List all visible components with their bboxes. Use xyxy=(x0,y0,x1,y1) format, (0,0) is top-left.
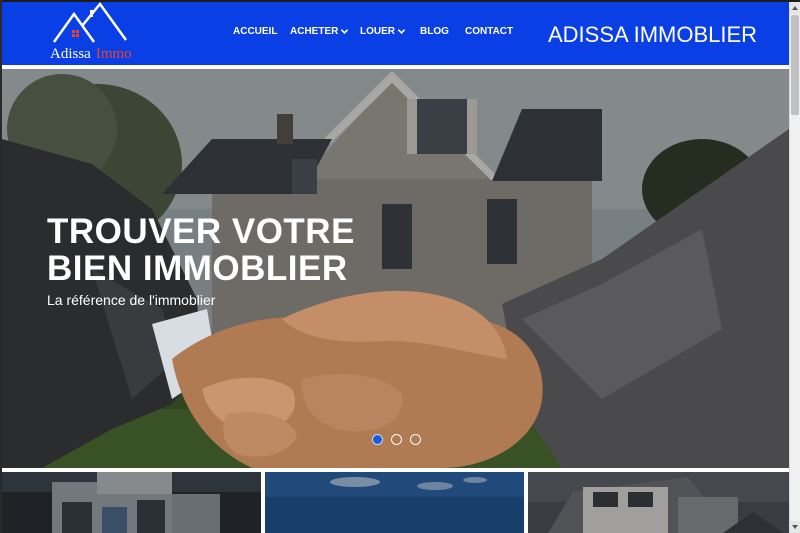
nav-blog[interactable]: BLOG xyxy=(420,26,449,37)
hero-title: TROUVER VOTRE BIEN IMMOBLIER xyxy=(47,213,355,287)
chevron-down-icon xyxy=(397,29,406,34)
nav-blog-label: BLOG xyxy=(420,26,449,37)
logo-text: Adissa Immo xyxy=(50,46,132,63)
nav-louer[interactable]: LOUER xyxy=(360,26,406,37)
chevron-down-icon xyxy=(341,29,349,34)
carousel-indicators xyxy=(372,434,421,445)
modern-building-image xyxy=(2,472,261,533)
nav-louer-label: LOUER xyxy=(360,26,395,37)
logo-word-adissa: Adissa xyxy=(50,46,91,62)
house-roof-logo-icon xyxy=(52,2,128,43)
nav-accueil-label: ACCUEIL xyxy=(233,26,278,37)
nav-contact-label: CONTACT xyxy=(465,26,514,37)
arrow-up-icon xyxy=(792,6,798,10)
house-image xyxy=(528,472,789,533)
property-card-1[interactable] xyxy=(2,472,261,533)
carousel-dot-3[interactable] xyxy=(410,434,421,445)
scroll-thumb[interactable] xyxy=(791,15,799,115)
carousel-dot-2[interactable] xyxy=(391,434,402,445)
scroll-up-button[interactable] xyxy=(790,2,800,14)
logo-word-immo: Immo xyxy=(95,46,132,62)
property-card-2[interactable] xyxy=(265,472,524,533)
hero-title-line1: TROUVER VOTRE xyxy=(47,212,355,251)
arrow-down-icon xyxy=(792,525,798,529)
nav-acheter[interactable]: ACHETER xyxy=(290,26,349,37)
nav-accueil[interactable]: ACCUEIL xyxy=(233,26,277,37)
property-card-3[interactable] xyxy=(528,472,789,533)
site-logo[interactable]: Adissa Immo xyxy=(48,2,134,64)
scroll-down-button[interactable] xyxy=(790,521,800,533)
nav-acheter-label: ACHETER xyxy=(290,26,339,37)
sky-image xyxy=(265,472,524,533)
site-header: Adissa Immo ACCUEIL ACHETER LOUER BLOG CO… xyxy=(2,2,789,65)
hero-carousel: TROUVER VOTRE BIEN IMMOBLIER La référenc… xyxy=(2,69,789,468)
page-scrollbar[interactable] xyxy=(789,2,800,533)
brand-title: ADISSA IMMOBLIER xyxy=(548,22,758,47)
hero-title-line2: BIEN IMMOBLIER xyxy=(47,249,348,288)
carousel-dot-1[interactable] xyxy=(372,434,383,445)
hero-subtitle: La référence de l'immoblier xyxy=(47,292,216,308)
property-cards xyxy=(2,472,789,533)
nav-contact[interactable]: CONTACT xyxy=(465,26,513,37)
